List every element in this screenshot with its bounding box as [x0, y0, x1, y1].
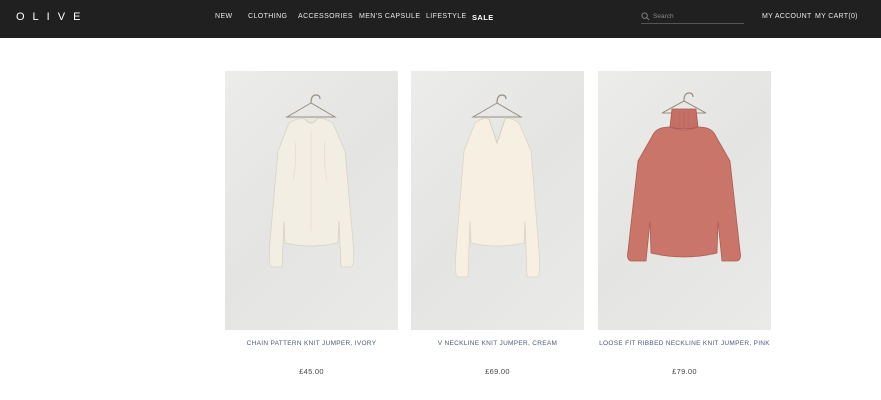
- search-box: [641, 10, 744, 24]
- product-image[interactable]: [225, 71, 398, 330]
- cream-jumper-image: [454, 94, 541, 278]
- nav-item-accessories[interactable]: ACCESSORIES: [298, 13, 353, 20]
- product-card: CHAIN PATTERN KNIT JUMPER, IVORY £45.00: [225, 71, 398, 376]
- product-price: £69.00: [485, 367, 510, 376]
- my-account-link[interactable]: MY ACCOUNT: [762, 13, 812, 20]
- nav-item-clothing[interactable]: CLOTHING: [248, 13, 287, 20]
- product-name[interactable]: LOOSE FIT RIBBED NECKLINE KNIT JUMPER, P…: [598, 340, 771, 347]
- product-price: £79.00: [672, 367, 697, 376]
- product-card: LOOSE FIT RIBBED NECKLINE KNIT JUMPER, P…: [598, 71, 771, 376]
- ivory-jumper-image: [268, 94, 355, 268]
- product-price: £45.00: [299, 367, 324, 376]
- nav-item-lifestyle[interactable]: LIFESTYLE: [426, 13, 467, 20]
- product-name[interactable]: V NECKLINE KNIT JUMPER, CREAM: [411, 340, 584, 347]
- search-icon[interactable]: [641, 12, 650, 21]
- olive-logo[interactable]: OLIVE: [16, 11, 88, 23]
- pink-jumper-image: [627, 92, 741, 262]
- my-cart-link[interactable]: MY CART(0): [815, 13, 858, 20]
- product-card: V NECKLINE KNIT JUMPER, CREAM £69.00: [411, 71, 584, 376]
- search-input[interactable]: [653, 11, 741, 22]
- top-navigation-bar: OLIVE NEW CLOTHING ACCESSORIES MEN'S CAP…: [0, 0, 881, 38]
- nav-item-new[interactable]: NEW: [215, 13, 233, 20]
- product-image[interactable]: [598, 71, 771, 330]
- product-image[interactable]: [411, 71, 584, 330]
- nav-item-sale[interactable]: SALE: [472, 13, 494, 22]
- product-name[interactable]: CHAIN PATTERN KNIT JUMPER, IVORY: [225, 340, 398, 347]
- nav-item-mens-capsule[interactable]: MEN'S CAPSULE: [359, 13, 420, 20]
